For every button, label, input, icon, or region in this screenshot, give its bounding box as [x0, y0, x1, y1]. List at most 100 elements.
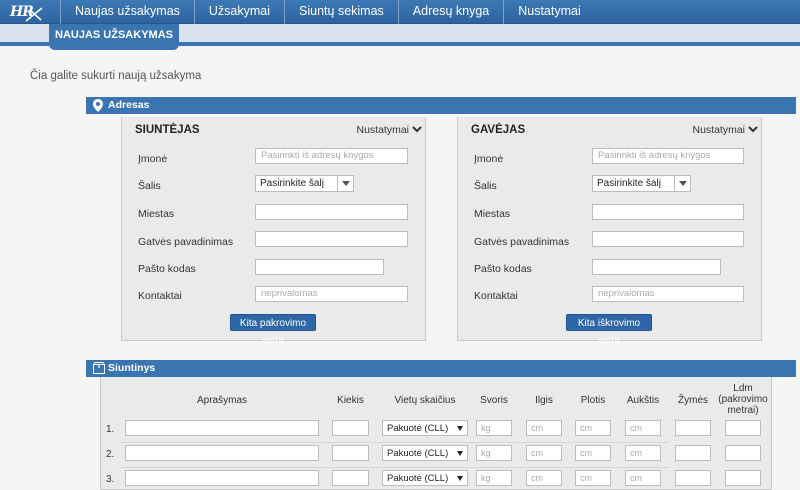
nav-settings[interactable]: Nustatymai	[503, 0, 595, 24]
packaging-value: Pakuotė (CLL)	[387, 448, 449, 459]
nav-orders[interactable]: Užsakymai	[193, 0, 284, 24]
map-pin-icon	[93, 99, 103, 112]
col-length: Ilgis	[535, 395, 553, 406]
sub-nav-bar: NAUJAS UŽSAKYMAS	[0, 24, 800, 50]
col-places: Vietų skaičius	[394, 395, 456, 406]
packaging-select[interactable]: Pakuotė (CLL)	[382, 445, 468, 461]
receiver-city-label: Miestas	[474, 208, 511, 220]
ldm-input[interactable]	[725, 445, 761, 461]
chevron-down-icon[interactable]	[748, 126, 758, 133]
col-weight: Svoris	[480, 395, 508, 406]
sender-postcode-input[interactable]	[255, 259, 384, 275]
receiver-city-input[interactable]	[592, 204, 744, 220]
receiver-postcode-label: Pašto kodas	[474, 263, 532, 275]
sender-title: SIUNTĖJAS	[135, 124, 200, 136]
dropdown-arrow-icon	[674, 176, 690, 191]
sender-country-value: Pasirinkite šalį	[260, 178, 324, 189]
brand-logo[interactable]: HR	[8, 2, 48, 22]
sender-company-label: Įmonė	[138, 153, 168, 165]
other-unloading-place-button[interactable]: Kita iškrovimo vieta	[566, 314, 652, 346]
receiver-country-label: Šalis	[474, 180, 497, 192]
width-input[interactable]: cm	[575, 470, 611, 486]
height-input[interactable]: cm	[625, 420, 661, 436]
quantity-input[interactable]	[332, 420, 369, 436]
ldm-input[interactable]	[725, 420, 761, 436]
packaging-select[interactable]: Pakuotė (CLL)	[382, 420, 468, 436]
top-nav-bar: HR Naujas užsakymas Užsakymai Siuntų sek…	[0, 0, 800, 24]
package-icon	[93, 362, 105, 374]
row-number: 3.	[106, 474, 115, 485]
col-ldm: Ldm (pakrovimo metrai)	[718, 383, 768, 416]
col-marks: Žymės	[678, 395, 708, 406]
receiver-panel: GAVĖJAS Nustatymai Įmonė Pasirinkti iš a…	[457, 117, 762, 346]
sender-city-input[interactable]	[255, 204, 408, 220]
length-input[interactable]: cm	[526, 445, 562, 461]
weight-input[interactable]: kg	[476, 420, 512, 436]
row-number: 1.	[106, 424, 115, 435]
length-input[interactable]: cm	[526, 470, 562, 486]
quantity-input[interactable]	[332, 445, 369, 461]
receiver-street-input[interactable]	[592, 231, 744, 247]
row-divider	[119, 442, 669, 443]
main-nav: Naujas užsakymas Užsakymai Siuntų sekima…	[60, 0, 595, 24]
row-divider	[119, 467, 669, 468]
receiver-country-select[interactable]: Pasirinkite šalį	[592, 175, 691, 192]
height-input[interactable]: cm	[625, 470, 661, 486]
shipment-section-title: Siuntinys	[108, 362, 156, 374]
sender-contacts-label: Kontaktai	[138, 290, 182, 302]
receiver-country-value: Pasirinkite šalį	[597, 178, 661, 189]
description-input[interactable]	[125, 470, 319, 486]
sender-country-label: Šalis	[138, 180, 161, 192]
height-input[interactable]: cm	[625, 445, 661, 461]
packaging-value: Pakuotė (CLL)	[387, 473, 449, 484]
width-input[interactable]: cm	[575, 420, 611, 436]
address-section-header: Adresas	[86, 97, 796, 114]
nav-address-book[interactable]: Adresų knyga	[397, 0, 503, 24]
marks-input[interactable]	[675, 445, 711, 461]
receiver-title: GAVĖJAS	[471, 124, 526, 136]
sender-street-input[interactable]	[255, 231, 408, 247]
logo-mark-icon: HR	[9, 4, 43, 22]
sender-company-input[interactable]: Pasirinkti iš adresų knygos	[255, 148, 408, 164]
sender-settings-toggle[interactable]: Nustatymai	[356, 124, 409, 136]
nav-new-order[interactable]: Naujas užsakymas	[60, 0, 194, 24]
marks-input[interactable]	[675, 420, 711, 436]
col-description: Aprašymas	[196, 395, 247, 406]
sender-contacts-input[interactable]: neprivalomas	[255, 286, 408, 302]
marks-input[interactable]	[675, 470, 711, 486]
quantity-input[interactable]	[332, 470, 369, 486]
receiver-postcode-input[interactable]	[592, 259, 721, 275]
packaging-select[interactable]: Pakuotė (CLL)	[382, 470, 468, 486]
shipment-table: Aprašymas Kiekis Vietų skaičius Svoris I…	[100, 377, 772, 490]
weight-input[interactable]: kg	[476, 445, 512, 461]
sender-city-label: Miestas	[138, 208, 175, 220]
col-height: Aukštis	[626, 395, 660, 406]
sender-street-label: Gatvės pavadinimas	[138, 236, 234, 248]
col-width: Plotis	[580, 395, 606, 406]
packaging-value: Pakuotė (CLL)	[387, 423, 449, 434]
receiver-company-input[interactable]: Pasirinkti iš adresų knygos	[592, 148, 744, 164]
tab-new-order[interactable]: NAUJAS UŽSAKYMAS	[49, 24, 179, 50]
dropdown-arrow-icon	[337, 176, 353, 191]
row-number: 2.	[106, 449, 115, 460]
sender-settings-label: Nustatymai	[356, 124, 409, 136]
receiver-street-label: Gatvės pavadinimas	[474, 236, 570, 248]
chevron-down-icon[interactable]	[412, 126, 422, 133]
sender-country-select[interactable]: Pasirinkite šalį	[255, 175, 354, 192]
receiver-contacts-label: Kontaktai	[474, 290, 518, 302]
sender-panel: SIUNTĖJAS Nustatymai Įmonė Pasirinkti iš…	[121, 117, 426, 346]
weight-input[interactable]: kg	[476, 470, 512, 486]
receiver-contacts-input[interactable]: neprivalomas	[592, 286, 744, 302]
width-input[interactable]: cm	[575, 445, 611, 461]
receiver-company-label: Įmonė	[474, 153, 504, 165]
length-input[interactable]: cm	[526, 420, 562, 436]
receiver-settings-toggle[interactable]: Nustatymai	[692, 124, 745, 136]
ldm-input[interactable]	[725, 470, 761, 486]
description-input[interactable]	[125, 420, 319, 436]
col-quantity: Kiekis	[337, 395, 364, 406]
description-input[interactable]	[125, 445, 319, 461]
shipment-section-header: Siuntinys	[86, 360, 796, 377]
nav-tracking[interactable]: Siuntų sekimas	[284, 0, 398, 24]
sender-postcode-label: Pašto kodas	[138, 263, 196, 275]
other-loading-place-button[interactable]: Kita pakrovimo vieta	[230, 314, 316, 346]
